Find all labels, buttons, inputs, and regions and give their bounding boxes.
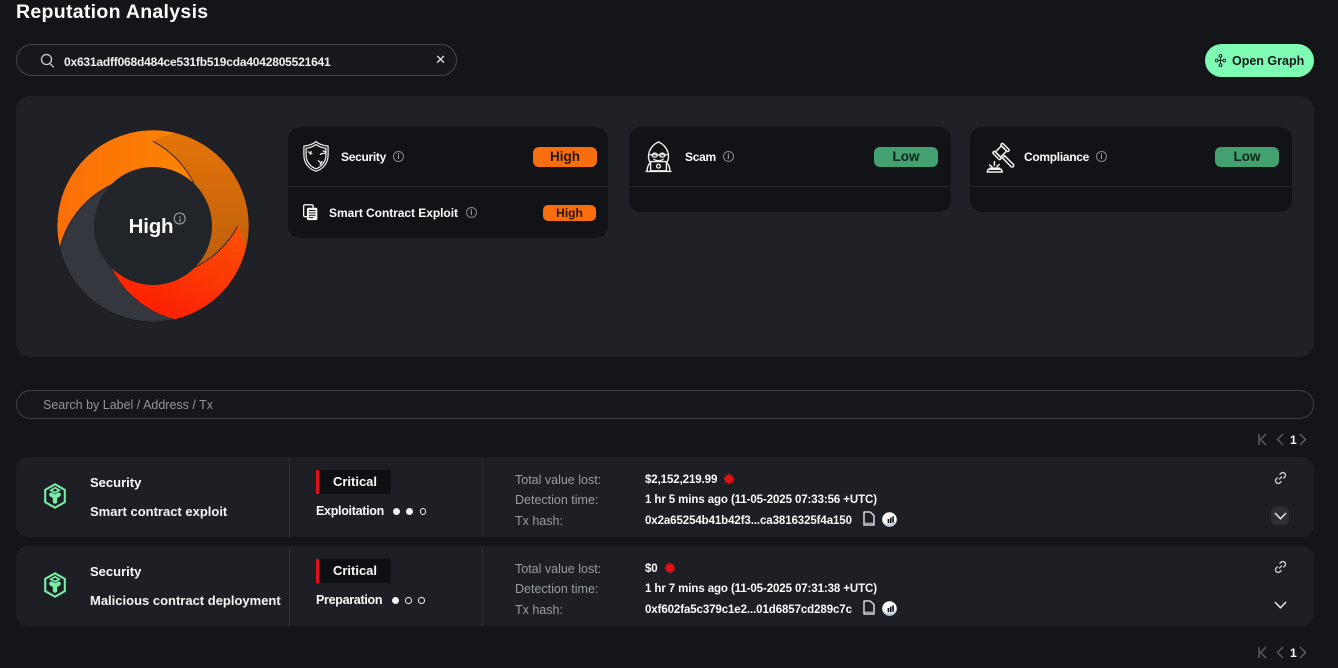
- svg-text:High: High: [129, 215, 174, 238]
- svg-text:1: 1: [1290, 646, 1297, 659]
- svg-text:1: 1: [1290, 433, 1297, 446]
